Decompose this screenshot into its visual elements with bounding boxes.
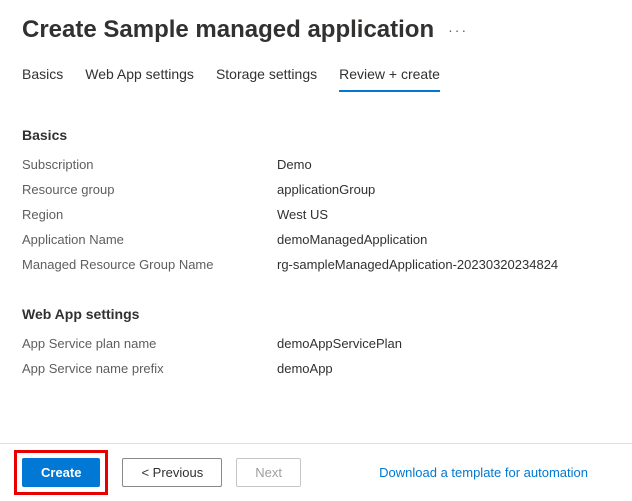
more-icon[interactable]: ··· bbox=[448, 22, 468, 38]
tab-review-create[interactable]: Review + create bbox=[339, 66, 440, 92]
value-resource-group: applicationGroup bbox=[277, 182, 375, 197]
label-application-name: Application Name bbox=[22, 232, 277, 247]
row-resource-group: Resource group applicationGroup bbox=[22, 182, 610, 197]
label-app-service-plan: App Service plan name bbox=[22, 336, 277, 351]
section-heading-basics: Basics bbox=[22, 127, 610, 143]
tab-storage-settings[interactable]: Storage settings bbox=[216, 66, 317, 92]
label-managed-rg-name: Managed Resource Group Name bbox=[22, 257, 277, 272]
tab-web-app-settings[interactable]: Web App settings bbox=[85, 66, 194, 92]
previous-button[interactable]: < Previous bbox=[122, 458, 222, 487]
label-subscription: Subscription bbox=[22, 157, 277, 172]
value-application-name: demoManagedApplication bbox=[277, 232, 427, 247]
value-region: West US bbox=[277, 207, 328, 222]
row-app-service-prefix: App Service name prefix demoApp bbox=[22, 361, 610, 376]
value-app-service-plan: demoAppServicePlan bbox=[277, 336, 402, 351]
highlight-create: Create bbox=[14, 450, 108, 495]
footer-bar: Create < Previous Next Download a templa… bbox=[0, 443, 632, 501]
section-heading-webapp: Web App settings bbox=[22, 306, 610, 322]
page-title: Create Sample managed application bbox=[22, 16, 434, 44]
tab-basics[interactable]: Basics bbox=[22, 66, 63, 92]
label-resource-group: Resource group bbox=[22, 182, 277, 197]
row-region: Region West US bbox=[22, 207, 610, 222]
value-managed-rg-name: rg-sampleManagedApplication-202303202348… bbox=[277, 257, 558, 272]
row-application-name: Application Name demoManagedApplication bbox=[22, 232, 610, 247]
tab-bar: Basics Web App settings Storage settings… bbox=[22, 66, 610, 93]
row-managed-rg-name: Managed Resource Group Name rg-sampleMan… bbox=[22, 257, 610, 272]
row-subscription: Subscription Demo bbox=[22, 157, 610, 172]
label-app-service-prefix: App Service name prefix bbox=[22, 361, 277, 376]
value-app-service-prefix: demoApp bbox=[277, 361, 333, 376]
download-template-link[interactable]: Download a template for automation bbox=[379, 465, 588, 480]
row-app-service-plan: App Service plan name demoAppServicePlan bbox=[22, 336, 610, 351]
label-region: Region bbox=[22, 207, 277, 222]
create-button[interactable]: Create bbox=[22, 458, 100, 487]
next-button: Next bbox=[236, 458, 301, 487]
value-subscription: Demo bbox=[277, 157, 312, 172]
